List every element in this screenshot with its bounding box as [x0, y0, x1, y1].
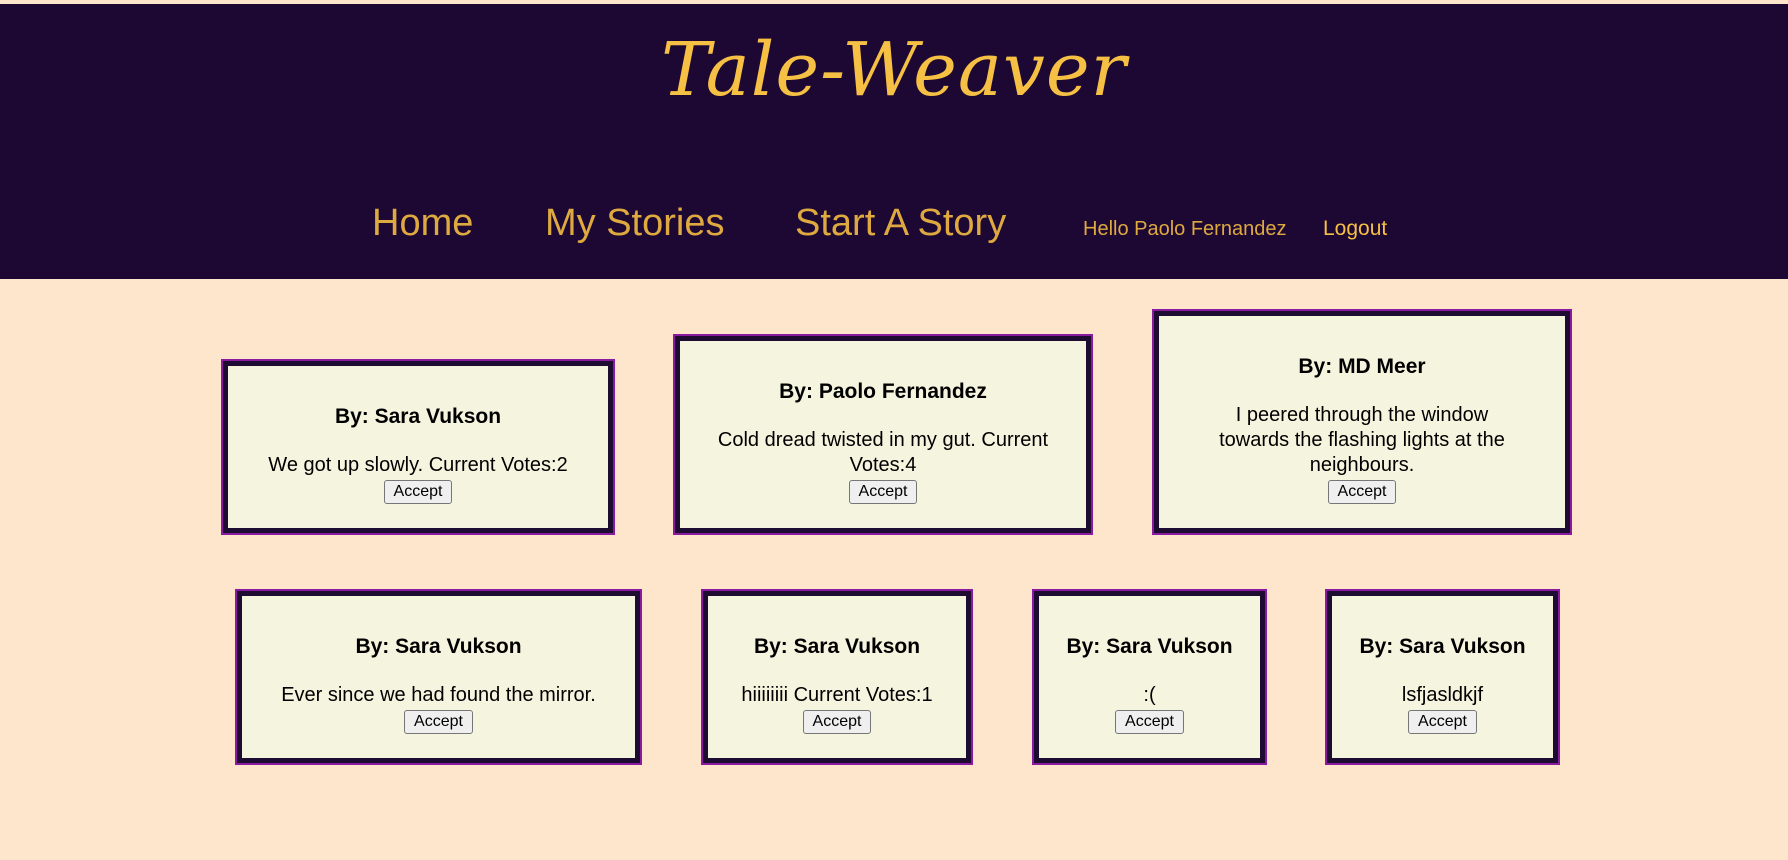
card-text: Ever since we had found the mirror. — [281, 684, 596, 706]
card-text: lsfjasldkjf — [1401, 684, 1484, 706]
accept-button[interactable]: Accept — [802, 710, 872, 734]
story-card: By: Sara Vukson Ever since we had found … — [237, 591, 640, 763]
card-text: Cold dread twisted in my gut. Current Vo… — [717, 429, 1049, 476]
story-card: By: Paolo Fernandez Cold dread twisted i… — [675, 336, 1091, 533]
card-author: By: Sara Vukson — [753, 635, 921, 658]
story-card: By: Sara Vukson lsfjasldkjf Accept — [1327, 591, 1558, 763]
accept-button[interactable]: Accept — [404, 710, 473, 734]
site-logo[interactable]: Tale-Weaver — [0, 20, 1788, 120]
accept-button[interactable]: Accept — [383, 480, 453, 504]
card-author: By: Sara Vukson — [334, 405, 502, 428]
accept-button[interactable]: Accept — [848, 480, 918, 504]
nav-my-stories-link[interactable]: My Stories — [545, 200, 724, 246]
card-text: hiiiiiiii Current Votes:1 — [741, 684, 933, 706]
logout-link[interactable]: Logout — [1323, 216, 1387, 242]
nav-start-story-link[interactable]: Start A Story — [795, 200, 1006, 246]
story-card: By: Sara Vukson :( Accept — [1034, 591, 1265, 763]
site-header: Tale-Weaver Home My Stories Start A Stor… — [0, 4, 1788, 279]
card-text: :( — [1143, 684, 1156, 706]
accept-button[interactable]: Accept — [1115, 710, 1184, 734]
nav-home-link[interactable]: Home — [372, 200, 473, 246]
card-text: I peered through the window towards the … — [1219, 404, 1505, 476]
accept-button[interactable]: Accept — [1327, 480, 1397, 504]
user-greeting: Hello Paolo Fernandez — [1083, 218, 1287, 240]
card-author: By: MD Meer — [1298, 355, 1426, 378]
story-card: By: MD Meer I peered through the window … — [1154, 311, 1570, 533]
card-author: By: Sara Vukson — [355, 635, 522, 658]
card-text: We got up slowly. Current Votes:2 — [268, 454, 568, 476]
card-author: By: Sara Vukson — [1359, 635, 1526, 658]
story-card: By: Sara Vukson hiiiiiiii Current Votes:… — [703, 591, 971, 763]
story-card: By: Sara Vukson We got up slowly. Curren… — [223, 361, 613, 533]
card-author: By: Paolo Fernandez — [779, 380, 987, 403]
card-author: By: Sara Vukson — [1066, 635, 1233, 658]
accept-button[interactable]: Accept — [1408, 710, 1477, 734]
